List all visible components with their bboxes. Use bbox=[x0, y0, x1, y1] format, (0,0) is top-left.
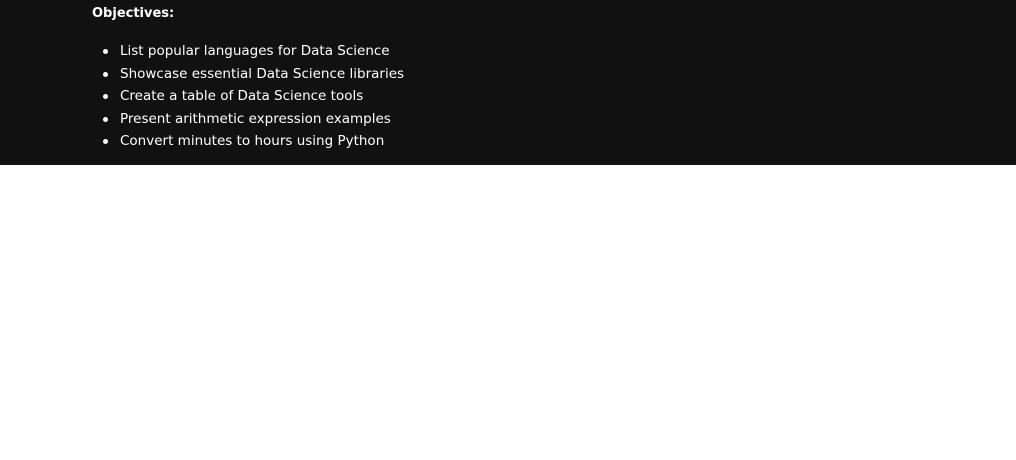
objectives-list: List popular languages for Data Science … bbox=[92, 40, 404, 153]
list-item: Showcase essential Data Science librarie… bbox=[102, 63, 404, 86]
list-item: Convert minutes to hours using Python bbox=[102, 130, 404, 153]
list-item: Present arithmetic expression examples bbox=[102, 108, 404, 131]
list-item: List popular languages for Data Science bbox=[102, 40, 404, 63]
list-item: Create a table of Data Science tools bbox=[102, 85, 404, 108]
markdown-cell-output: Objectives: List popular languages for D… bbox=[0, 0, 1016, 165]
objectives-heading: Objectives: bbox=[92, 6, 175, 21]
